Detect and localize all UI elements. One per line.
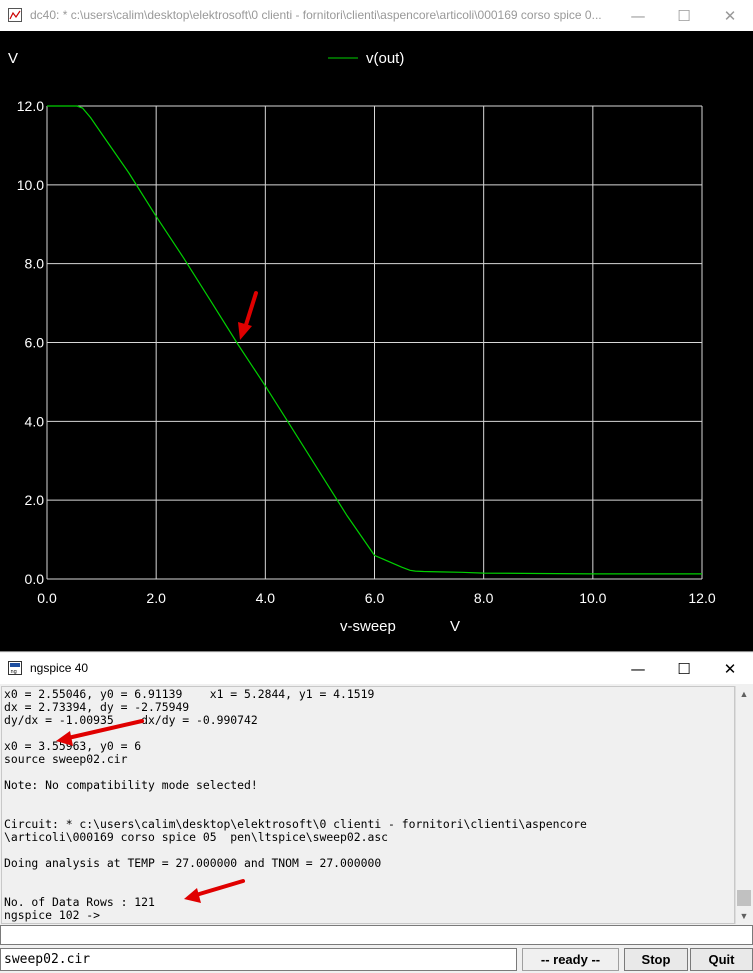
- console-output[interactable]: x0 = 2.55046, y0 = 6.91139 x1 = 5.2844, …: [1, 686, 735, 924]
- ngspice-icon: ng: [8, 661, 22, 675]
- status-bar: sweep02.cir -- ready -- Stop Quit: [0, 948, 753, 972]
- x-tick-label: 4.0: [256, 590, 276, 606]
- status-state: -- ready --: [522, 948, 619, 971]
- x-tick-label: 12.0: [688, 590, 715, 606]
- y-axis-label: V: [8, 50, 18, 67]
- console-line: Note: No compatibility mode selected!: [4, 778, 258, 792]
- stop-button[interactable]: Stop: [624, 948, 688, 971]
- console-titlebar[interactable]: ng ngspice 40 — ☐ ✕: [0, 653, 753, 684]
- y-tick-label: 12.0: [17, 98, 44, 114]
- y-tick-label: 0.0: [25, 571, 45, 587]
- x-tick-label: 0.0: [37, 590, 57, 606]
- console-line: Doing analysis at TEMP = 27.000000 and T…: [4, 856, 382, 870]
- quit-button[interactable]: Quit: [690, 948, 753, 971]
- command-input[interactable]: [1, 926, 752, 944]
- maximize-button[interactable]: ☐: [661, 653, 707, 684]
- minimize-button[interactable]: —: [615, 0, 661, 31]
- scroll-down-icon[interactable]: ▼: [736, 908, 752, 924]
- status-filename: sweep02.cir: [0, 948, 517, 971]
- x-tick-label: 6.0: [365, 590, 385, 606]
- console-line: x0 = 3.55963, y0 = 6: [4, 739, 142, 753]
- y-tick-label: 4.0: [25, 413, 45, 429]
- y-tick-label: 6.0: [25, 335, 45, 351]
- x-axis-label: v-sweep: [340, 618, 396, 635]
- plot-window: dc40: * c:\users\calim\desktop\elektroso…: [0, 0, 753, 652]
- close-button[interactable]: ✕: [707, 0, 753, 31]
- plot-grid: [46, 105, 703, 580]
- plot-app-icon: [8, 8, 22, 22]
- scroll-thumb[interactable]: [737, 890, 751, 906]
- console-window-title: ngspice 40: [30, 661, 89, 675]
- minimize-button[interactable]: —: [615, 653, 661, 684]
- svg-text:ng: ng: [11, 669, 17, 675]
- x-tick-label: 10.0: [579, 590, 606, 606]
- console-line: ngspice 102 ->: [4, 908, 101, 922]
- x-tick-label: 2.0: [146, 590, 166, 606]
- console-window: ng ngspice 40 — ☐ ✕ x0 = 2.55046, y0 = 6…: [0, 653, 753, 973]
- legend-label: v(out): [366, 50, 404, 67]
- console-line: source sweep02.cir: [4, 752, 128, 766]
- console-line: \articoli\000169 corso spice 05 pen\ltsp…: [4, 830, 389, 844]
- console-scrollbar[interactable]: ▲ ▼: [735, 686, 752, 924]
- y-tick-label: 8.0: [25, 256, 45, 272]
- console-line: dx = 2.73394, dy = -2.75949: [4, 700, 190, 714]
- command-input-box[interactable]: [0, 925, 753, 945]
- console-line: No. of Data Rows : 121: [4, 895, 155, 909]
- console-line: x0 = 2.55046, y0 = 6.91139 x1 = 5.2844, …: [4, 687, 375, 701]
- y-tick-label: 10.0: [17, 177, 44, 193]
- axis-ticks: 0.0 2.0 4.0 6.0 8.0 10.0 12.0 0.0 2.0 4.0 6.0 8.0 10…: [17, 98, 716, 606]
- x-tick-label: 8.0: [474, 590, 494, 606]
- scroll-up-icon[interactable]: ▲: [736, 686, 752, 702]
- console-line: Circuit: * c:\users\calim\desktop\elektr…: [4, 817, 587, 831]
- console-text: x0 = 2.55046, y0 = 6.91139 x1 = 5.2844, …: [2, 687, 734, 923]
- plot-titlebar[interactable]: dc40: * c:\users\calim\desktop\elektroso…: [0, 0, 753, 31]
- close-button[interactable]: ✕: [707, 653, 753, 684]
- plot-canvas[interactable]: V v(out) 0.0 2.0 4.0 6.0 8.0 10.0 12.0 0.0 2.0 4.…: [0, 31, 753, 651]
- maximize-button[interactable]: ☐: [661, 0, 707, 31]
- plot-window-title: dc40: * c:\users\calim\desktop\elektroso…: [30, 8, 602, 22]
- console-line: dy/dx = -1.00935 dx/dy = -0.990742: [4, 713, 258, 727]
- x-axis-unit: V: [450, 618, 460, 635]
- y-tick-label: 2.0: [25, 492, 45, 508]
